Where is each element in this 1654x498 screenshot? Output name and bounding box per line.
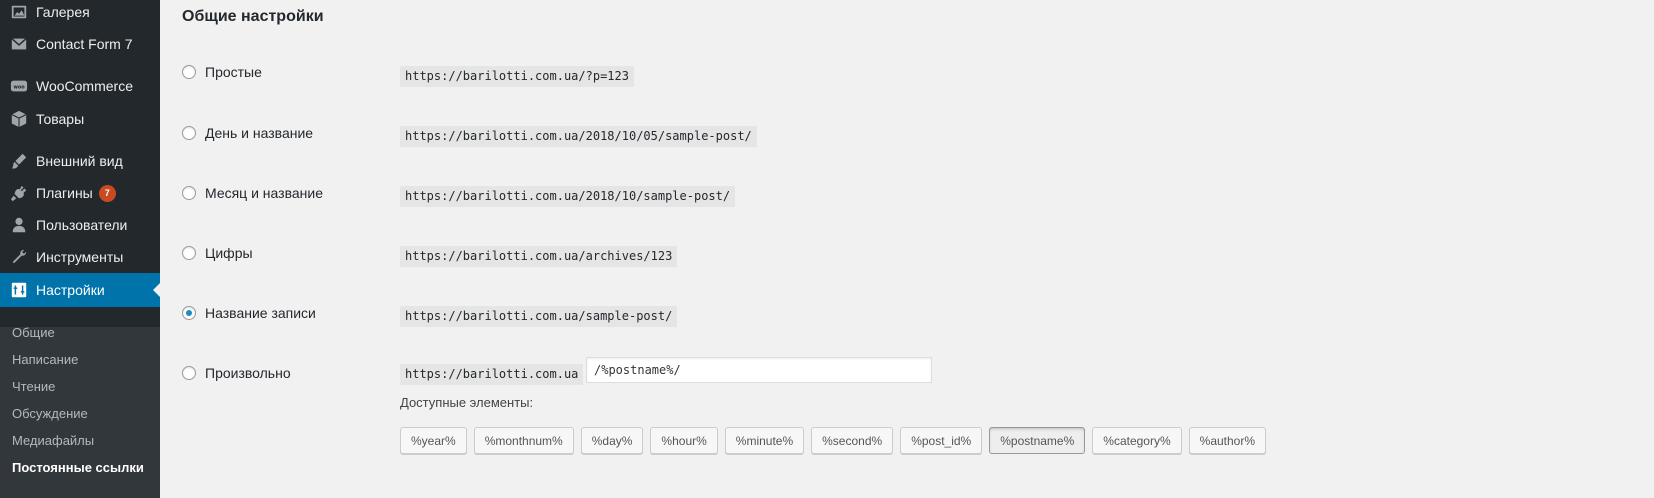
- permalink-radio[interactable]: [182, 126, 196, 140]
- tag-button-year[interactable]: %year%: [400, 427, 467, 454]
- permalink-option-label: Простые: [205, 64, 262, 80]
- permalink-option-label: Название записи: [205, 305, 316, 321]
- brush-icon: [9, 151, 29, 171]
- sidebar-item-tools[interactable]: Инструменты: [0, 240, 160, 274]
- tag-button-monthnum[interactable]: %monthnum%: [473, 427, 574, 454]
- submenu-reading[interactable]: Чтение: [12, 379, 55, 394]
- permalink-option-month-name[interactable]: Месяц и название: [182, 185, 323, 201]
- sidebar-item-label: Настройки: [36, 282, 105, 298]
- tag-button-day[interactable]: %day%: [580, 427, 644, 454]
- permalink-example: https://barilotti.com.ua/?p=123: [400, 66, 634, 87]
- woocommerce-icon: woo: [9, 76, 29, 96]
- tag-button-category[interactable]: %category%: [1092, 427, 1182, 454]
- sidebar-item-gallery[interactable]: Галерея: [0, 0, 160, 29]
- permalink-option-label: Месяц и название: [205, 185, 323, 201]
- user-icon: [9, 215, 29, 235]
- permalink-radio[interactable]: [182, 306, 196, 320]
- permalink-option-numeric[interactable]: Цифры: [182, 245, 253, 261]
- sidebar-item-label: Товары: [36, 111, 85, 127]
- mail-icon: [9, 34, 29, 54]
- permalink-radio[interactable]: [182, 186, 196, 200]
- tag-button-post-id[interactable]: %post_id%: [900, 427, 983, 454]
- sidebar-item-label: Инструменты: [36, 249, 124, 265]
- permalink-radio[interactable]: [182, 65, 196, 79]
- svg-text:woo: woo: [13, 84, 25, 90]
- settings-icon: [9, 280, 29, 300]
- permalink-radio[interactable]: [182, 366, 196, 380]
- tag-button-minute[interactable]: %minute%: [724, 427, 805, 454]
- permalink-example: https://barilotti.com.ua/archives/123: [400, 246, 678, 267]
- permalink-option-day-name[interactable]: День и название: [182, 125, 313, 141]
- plugin-icon: [9, 183, 29, 203]
- permalink-option-label: Произвольно: [205, 365, 291, 381]
- custom-structure-input[interactable]: [586, 357, 932, 383]
- wrench-icon: [9, 247, 29, 267]
- permalink-radio[interactable]: [182, 246, 196, 260]
- tag-button-hour[interactable]: %hour%: [650, 427, 718, 454]
- sidebar-item-plugins[interactable]: Плагины 7: [0, 176, 160, 210]
- box-icon: [9, 109, 29, 129]
- submenu-discussion[interactable]: Обсуждение: [12, 406, 88, 421]
- sidebar-item-label: Пользователи: [36, 217, 128, 233]
- sidebar-item-settings[interactable]: Настройки: [0, 273, 161, 307]
- sidebar-item-label: Плагины: [36, 185, 93, 201]
- available-tags-label: Доступные элементы:: [400, 395, 534, 410]
- sidebar-item-contact-form-7[interactable]: Contact Form 7: [0, 27, 160, 61]
- permalink-example: https://barilotti.com.ua/sample-post/: [400, 306, 678, 327]
- sidebar-item-products[interactable]: Товары: [0, 102, 160, 136]
- permalink-example: https://barilotti.com.ua/2018/10/sample-…: [400, 186, 736, 207]
- submenu-permalinks[interactable]: Постоянные ссылки: [12, 460, 144, 475]
- sidebar-item-label: Contact Form 7: [36, 36, 133, 52]
- admin-sidebar: Галерея Contact Form 7 woo WooCommerce Т…: [0, 0, 161, 498]
- tag-button-author[interactable]: %author%: [1188, 427, 1267, 454]
- submenu-media[interactable]: Медиафайлы: [12, 433, 94, 448]
- permalink-option-plain[interactable]: Простые: [182, 64, 262, 80]
- sidebar-item-appearance[interactable]: Внешний вид: [0, 144, 160, 178]
- settings-submenu: Общие Написание Чтение Обсуждение Медиаф…: [0, 325, 160, 498]
- permalink-option-post-name[interactable]: Название записи: [182, 305, 316, 321]
- section-title: Общие настройки: [182, 8, 324, 25]
- tag-button-postname[interactable]: %postname%: [989, 427, 1086, 454]
- plugins-update-badge: 7: [98, 184, 116, 202]
- submenu-writing[interactable]: Написание: [12, 352, 78, 367]
- permalink-example: https://barilotti.com.ua/2018/10/05/samp…: [400, 126, 757, 147]
- permalink-option-custom[interactable]: Произвольно: [182, 365, 291, 381]
- submenu-general[interactable]: Общие: [12, 325, 55, 340]
- permalink-base-url: https://barilotti.com.ua: [400, 364, 584, 385]
- sidebar-item-label: WooCommerce: [36, 78, 133, 94]
- sidebar-item-woocommerce[interactable]: woo WooCommerce: [0, 69, 160, 103]
- tag-button-second[interactable]: %second%: [811, 427, 894, 454]
- permalink-option-label: День и название: [205, 125, 314, 141]
- permalink-option-label: Цифры: [205, 245, 253, 261]
- sidebar-item-label: Внешний вид: [36, 153, 123, 169]
- gallery-icon: [9, 2, 29, 22]
- sidebar-item-label: Галерея: [36, 4, 90, 20]
- available-tags: %year% %monthnum% %day% %hour% %minute% …: [400, 427, 1267, 454]
- sidebar-item-users[interactable]: Пользователи: [0, 208, 160, 242]
